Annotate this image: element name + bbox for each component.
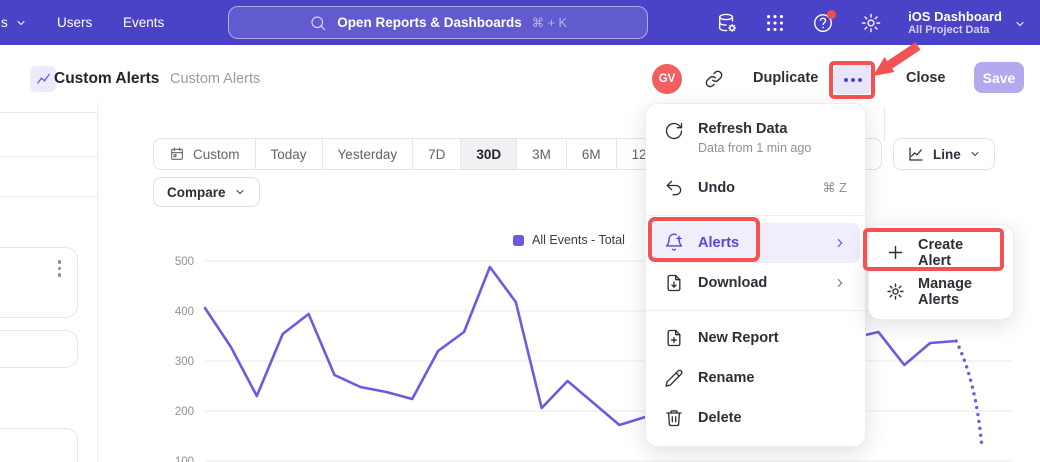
menu-item-refresh-data[interactable]: Refresh Data Data from 1 min ago [646,112,865,168]
nav-item-events[interactable]: Events [123,0,164,45]
sidebar-row [0,103,97,113]
menu-divider [646,310,865,311]
app-window: 100 200 300 400 500 All Events - Total s Use… [0,0,1040,462]
submenu-label: Create Alert [918,237,996,269]
breadcrumb: Custom Alerts [170,71,260,87]
submenu-label: Manage Alerts [918,276,996,308]
project-name: iOS Dashboard [908,9,1002,24]
menu-item-download[interactable]: Download [646,263,865,303]
file-plus-icon [664,328,684,348]
submenu-item-create-alert[interactable]: Create Alert [869,233,1013,272]
apps-grid-icon[interactable] [764,12,786,34]
svg-text:200: 200 [175,406,194,418]
legend-label: All Events - Total [532,233,625,247]
chart-type-button[interactable]: Line [893,138,995,170]
context-menu: Refresh Data Data from 1 min ago Undo ⌘ … [645,103,866,447]
chevron-down-icon [15,17,27,29]
svg-text:500: 500 [175,256,194,268]
pencil-icon [664,368,684,388]
chevron-down-icon [234,186,246,198]
file-download-icon [664,273,684,293]
submenu-item-manage-alerts[interactable]: Manage Alerts [869,272,1013,311]
menu-label: Alerts [698,235,739,251]
range-30d-selected[interactable]: 30D [461,139,517,169]
menu-label: Download [698,275,767,291]
notification-dot [827,10,836,19]
chevron-down-icon [1014,17,1026,29]
nav-icon-group: iOS Dashboard All Project Data [716,0,1040,45]
legend-swatch [513,235,524,246]
menu-item-undo[interactable]: Undo ⌘ Z [646,168,865,208]
menu-item-new-report[interactable]: New Report [646,318,865,358]
range-7d[interactable]: 7D [413,139,461,169]
data-management-icon[interactable] [716,12,738,34]
range-3m[interactable]: 3M [517,139,567,169]
range-6m[interactable]: 6M [567,139,617,169]
chevron-right-icon [833,236,847,250]
svg-text:400: 400 [175,306,194,318]
sidebar-report-card[interactable] [0,428,78,462]
menu-item-rename[interactable]: Rename [646,358,865,398]
nav-item-partial[interactable]: s [0,0,27,45]
copy-link-icon[interactable] [704,69,724,89]
line-chart-icon [907,145,925,163]
report-header: Custom Alerts Custom Alerts GV Duplicate… [0,45,1040,103]
svg-text:300: 300 [175,356,194,368]
search-placeholder: Open Reports & Dashboards [337,15,522,30]
close-button[interactable]: Close [906,70,946,86]
trash-icon [664,408,684,428]
refresh-icon [664,121,684,141]
duplicate-button[interactable]: Duplicate [753,70,818,86]
gear-icon [886,282,905,301]
more-options-button[interactable] [834,65,871,94]
menu-label: Undo [698,180,735,196]
search-shortcut: ⌘ + K [532,15,567,30]
menu-item-delete[interactable]: Delete [646,398,865,438]
menu-label: Rename [698,370,754,386]
menu-sublabel: Data from 1 min ago [698,141,811,155]
project-info: iOS Dashboard All Project Data [908,9,1002,37]
sidebar-row [0,113,97,157]
sidebar-row [0,157,97,197]
menu-label: New Report [698,330,779,346]
plus-icon [886,243,905,262]
alerts-submenu: Create Alert Manage Alerts [868,224,1014,320]
nav-item-label: Events [123,15,164,30]
nav-item-label: Users [57,15,92,30]
report-type-icon [30,66,56,92]
nav-item-users[interactable]: Users [57,0,92,45]
sidebar-report-card[interactable] [0,330,78,368]
avatar[interactable]: GV [652,64,682,94]
menu-divider [646,215,865,216]
chevron-down-icon [969,148,981,160]
project-switcher[interactable]: iOS Dashboard All Project Data [908,9,1040,37]
range-today[interactable]: Today [256,139,323,169]
chevron-right-icon [833,276,847,290]
divider [884,107,885,141]
kebab-menu-icon[interactable] [58,260,62,277]
bell-plus-icon [664,233,684,253]
menu-item-alerts[interactable]: Alerts [651,223,860,263]
undo-icon [664,178,684,198]
svg-text:100: 100 [175,456,194,462]
top-nav: s Users Events Open Reports & Dashboards… [0,0,1040,45]
sidebar-report-card[interactable] [0,247,78,318]
project-scope: All Project Data [908,24,989,37]
save-button[interactable]: Save [974,62,1024,93]
menu-label: Refresh Data [698,121,811,137]
chart-legend-item[interactable]: All Events - Total [513,233,625,247]
menu-shortcut: ⌘ Z [822,180,847,196]
search-icon [309,14,327,32]
menu-label: Delete [698,410,742,426]
compare-button[interactable]: Compare [153,177,260,207]
help-icon[interactable] [812,12,834,34]
settings-gear-icon[interactable] [860,12,882,34]
page-title: Custom Alerts [54,70,159,88]
range-yesterday[interactable]: Yesterday [323,139,414,169]
calendar-icon [169,146,185,162]
nav-item-label: s [1,15,8,30]
search-input[interactable]: Open Reports & Dashboards ⌘ + K [228,6,648,39]
range-custom[interactable]: Custom [154,139,256,169]
date-range-segmented-control: Custom Today Yesterday 7D 30D 3M 6M 12M [153,138,674,170]
